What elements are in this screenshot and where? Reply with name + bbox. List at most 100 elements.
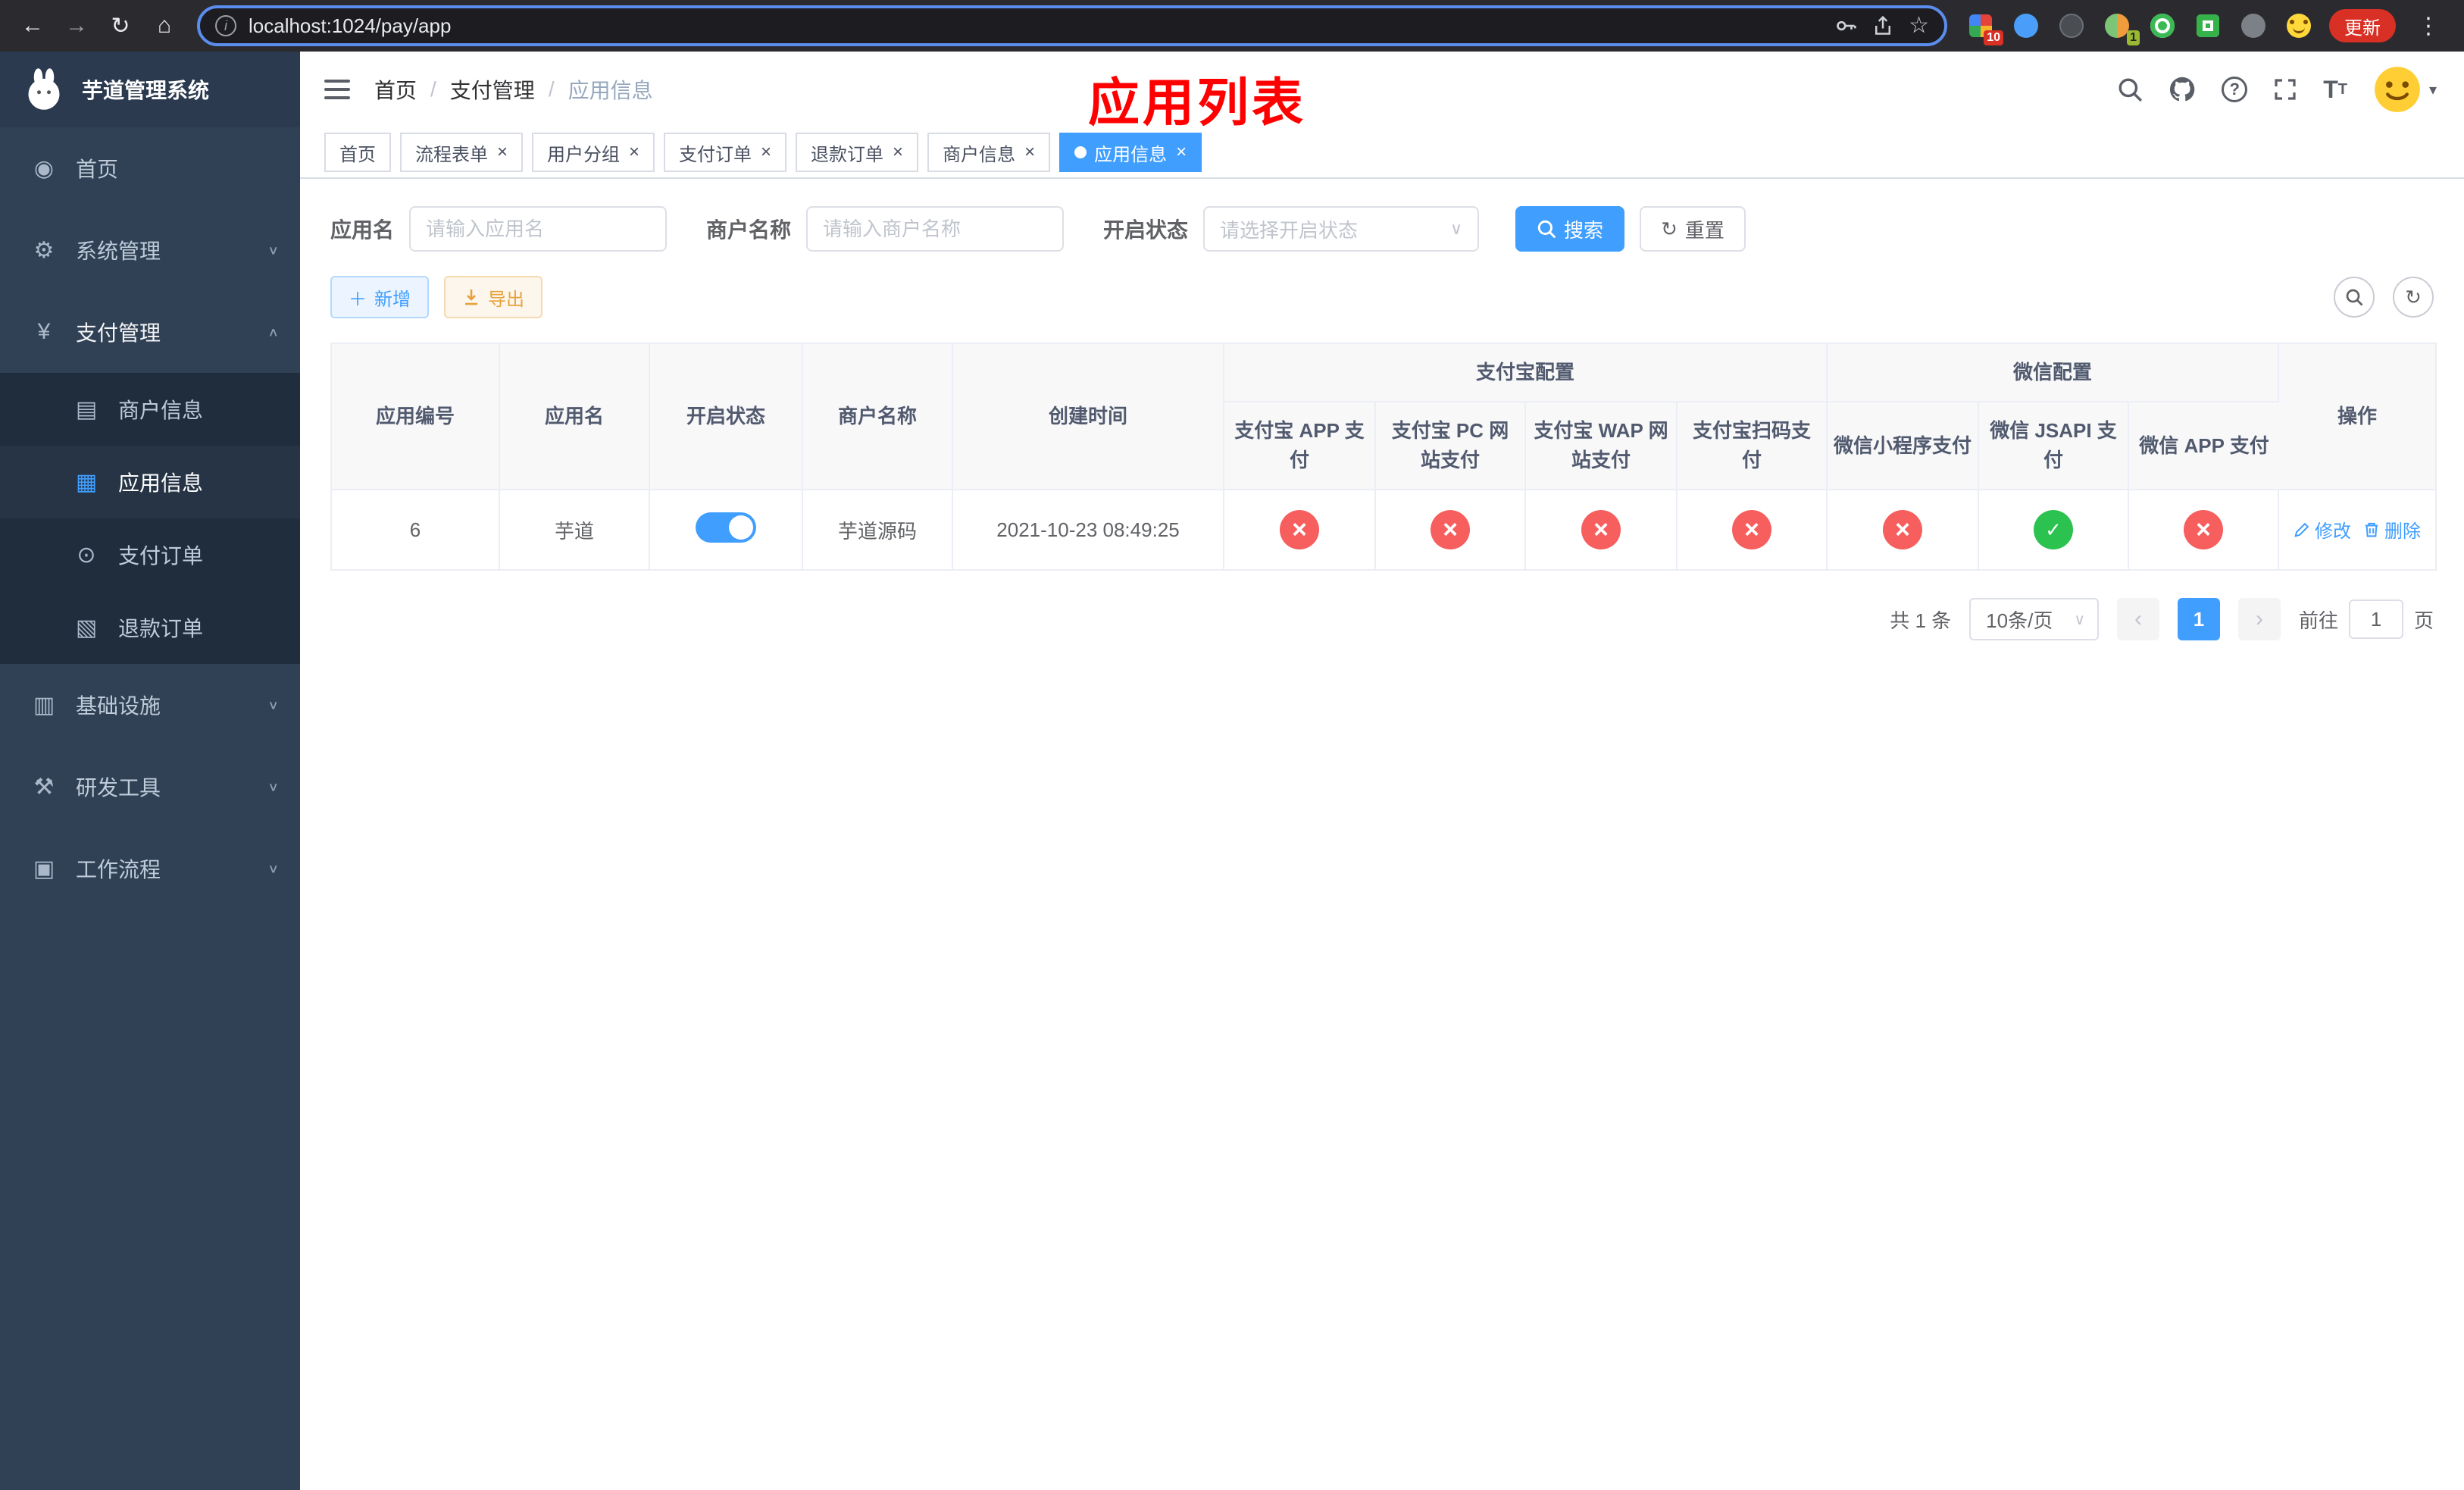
browser-extensions-area: 10 1 更新 ⋮ bbox=[1959, 9, 2452, 45]
help-icon[interactable]: ? bbox=[2222, 77, 2248, 102]
goto-suffix-label: 页 bbox=[2413, 609, 2434, 632]
hamburger-icon[interactable] bbox=[324, 80, 350, 99]
add-button[interactable]: ＋ 新增 bbox=[330, 276, 429, 318]
reset-button[interactable]: ↻ 重置 bbox=[1640, 206, 1746, 252]
close-icon[interactable]: × bbox=[629, 143, 639, 161]
tab-merchant-info[interactable]: 商户信息 × bbox=[927, 133, 1051, 172]
screen: ← → ↻ ⌂ i localhost:1024/pay/app ☆ 10 1 bbox=[0, 0, 2464, 1490]
extension-icon-green-square[interactable] bbox=[2193, 11, 2223, 41]
sidebar-item-label: 工作流程 bbox=[76, 858, 161, 881]
tab-pay-order[interactable]: 支付订单 × bbox=[664, 133, 787, 172]
sidebar-item-payment[interactable]: ¥ 支付管理 ∧ bbox=[0, 291, 300, 373]
breadcrumb-section[interactable]: 支付管理 bbox=[450, 74, 535, 105]
url-bar[interactable]: i localhost:1024/pay/app ☆ bbox=[197, 5, 1947, 46]
browser-update-button[interactable]: 更新 bbox=[2329, 9, 2396, 42]
cell-created: 2021-10-23 08:49:25 bbox=[953, 490, 1224, 569]
prev-page-button[interactable]: ‹ bbox=[2116, 598, 2159, 640]
back-icon[interactable]: ← bbox=[12, 5, 53, 46]
gear-icon: ⚙ bbox=[33, 237, 55, 263]
sidebar: 芋道管理系统 ◉ 首页 ⚙ 系统管理 ∨ ¥ 支付管理 ∧ ▤ 商户信息 ▦ 应… bbox=[0, 52, 300, 1490]
page-number-button[interactable]: 1 bbox=[2177, 598, 2220, 640]
reset-button-label: 重置 bbox=[1684, 218, 1724, 242]
column-header: 支付宝扫码支付 bbox=[1678, 402, 1828, 490]
github-icon[interactable] bbox=[2169, 76, 2196, 103]
extension-icon-face[interactable] bbox=[2284, 11, 2314, 41]
sidebar-item-system[interactable]: ⚙ 系统管理 ∨ bbox=[0, 209, 300, 291]
status-select[interactable]: 请选择开启状态 ∨ bbox=[1203, 206, 1480, 252]
sidebar-submenu-payment: ▤ 商户信息 ▦ 应用信息 ⊙ 支付订单 ▧ 退款订单 bbox=[0, 373, 300, 664]
sidebar-item-label: 基础设施 bbox=[76, 694, 161, 718]
avatar-emoji-icon bbox=[2375, 67, 2420, 112]
search-icon[interactable] bbox=[2117, 77, 2143, 102]
delete-link[interactable]: 删除 bbox=[2363, 516, 2421, 543]
grid-icon: ▦ bbox=[75, 469, 98, 495]
enabled-toggle[interactable] bbox=[696, 512, 756, 543]
sidebar-logo[interactable]: 芋道管理系统 bbox=[0, 52, 300, 127]
sidebar-item-devtools[interactable]: ⚒ 研发工具 ∨ bbox=[0, 746, 300, 828]
sidebar-item-home[interactable]: ◉ 首页 bbox=[0, 127, 300, 209]
navbar: 首页 / 支付管理 / 应用信息 应用列表 ? T T ▾ bbox=[300, 52, 2464, 132]
user-avatar[interactable]: ▾ bbox=[2373, 65, 2437, 114]
forward-icon[interactable]: → bbox=[56, 5, 97, 46]
sidebar-item-workflow[interactable]: ▣ 工作流程 ∨ bbox=[0, 828, 300, 909]
browser-menu-icon[interactable]: ⋮ bbox=[2411, 13, 2446, 39]
extension-icon-drop[interactable] bbox=[2011, 11, 2041, 41]
table-row: 6 芋道 芋道源码 2021-10-23 08:49:25 × × × × × … bbox=[332, 490, 2436, 569]
toggle-search-button[interactable] bbox=[2334, 277, 2375, 318]
cell-enabled bbox=[650, 490, 803, 569]
status-cross-icon bbox=[2184, 510, 2224, 549]
app-title: 芋道管理系统 bbox=[82, 79, 210, 102]
extension-icon-puzzle[interactable] bbox=[2238, 11, 2269, 41]
app-name-input[interactable] bbox=[409, 206, 668, 252]
tab-user-group[interactable]: 用户分组 × bbox=[532, 133, 655, 172]
close-icon[interactable]: × bbox=[1176, 143, 1187, 161]
merchant-name-input[interactable] bbox=[806, 206, 1065, 252]
extension-icon-avatar[interactable]: 1 bbox=[2102, 11, 2140, 45]
sidebar-item-infra[interactable]: ▥ 基础设施 ∨ bbox=[0, 664, 300, 746]
cell-app-id: 6 bbox=[332, 490, 500, 569]
fullscreen-icon[interactable] bbox=[2273, 77, 2297, 102]
sidebar-item-label: 商户信息 bbox=[118, 399, 204, 422]
close-icon[interactable]: × bbox=[497, 143, 508, 161]
breadcrumb-home[interactable]: 首页 bbox=[374, 74, 417, 105]
share-icon[interactable] bbox=[1872, 15, 1893, 36]
status-cross-icon bbox=[1581, 510, 1621, 549]
close-icon[interactable]: × bbox=[893, 143, 903, 161]
bookmark-star-icon[interactable]: ☆ bbox=[1909, 14, 1929, 37]
goto-page-input[interactable] bbox=[2348, 599, 2403, 639]
extension-icon-grid[interactable]: 10 bbox=[1965, 11, 2003, 45]
chevron-down-icon: ∨ bbox=[267, 243, 279, 258]
chevron-down-icon: ∨ bbox=[2074, 611, 2085, 628]
yen-icon: ¥ bbox=[37, 319, 51, 344]
tab-refund-order[interactable]: 退款订单 × bbox=[796, 133, 919, 172]
home-icon[interactable]: ⌂ bbox=[144, 5, 185, 46]
sidebar-item-pay-order[interactable]: ⊙ 支付订单 bbox=[0, 518, 300, 591]
refresh-icon: ↻ bbox=[2405, 285, 2422, 308]
extension-icon-dark[interactable] bbox=[2056, 11, 2087, 41]
table-toolbar-right: ↻ bbox=[2334, 277, 2434, 318]
sidebar-item-refund-order[interactable]: ▧ 退款订单 bbox=[0, 591, 300, 664]
extension-icon-green-circle[interactable] bbox=[2147, 11, 2178, 41]
close-icon[interactable]: × bbox=[1024, 143, 1035, 161]
extension-badge: 10 bbox=[1984, 30, 2003, 45]
sidebar-item-merchant-info[interactable]: ▤ 商户信息 bbox=[0, 373, 300, 446]
password-key-icon[interactable] bbox=[1834, 14, 1857, 37]
font-size-icon[interactable]: TT bbox=[2323, 77, 2347, 102]
site-info-icon[interactable]: i bbox=[215, 15, 236, 36]
refresh-table-button[interactable]: ↻ bbox=[2393, 277, 2434, 318]
status-cross-icon bbox=[1732, 510, 1771, 549]
export-button[interactable]: 导出 bbox=[444, 276, 543, 318]
tab-app-info[interactable]: 应用信息 × bbox=[1059, 133, 1202, 172]
sidebar-item-app-info[interactable]: ▦ 应用信息 bbox=[0, 446, 300, 518]
search-button[interactable]: 搜索 bbox=[1515, 206, 1625, 252]
tab-process-form[interactable]: 流程表单 × bbox=[400, 133, 524, 172]
close-icon[interactable]: × bbox=[761, 143, 771, 161]
page-size-select[interactable]: 10条/页 ∨ bbox=[1969, 598, 2099, 640]
column-header: 创建时间 bbox=[953, 344, 1224, 490]
next-page-button[interactable]: › bbox=[2237, 598, 2281, 640]
reload-icon[interactable]: ↻ bbox=[100, 5, 141, 46]
tab-label: 应用信息 bbox=[1094, 144, 1168, 165]
tab-home[interactable]: 首页 bbox=[324, 133, 391, 172]
sidebar-item-label: 研发工具 bbox=[76, 776, 161, 800]
edit-link[interactable]: 修改 bbox=[2294, 516, 2351, 543]
